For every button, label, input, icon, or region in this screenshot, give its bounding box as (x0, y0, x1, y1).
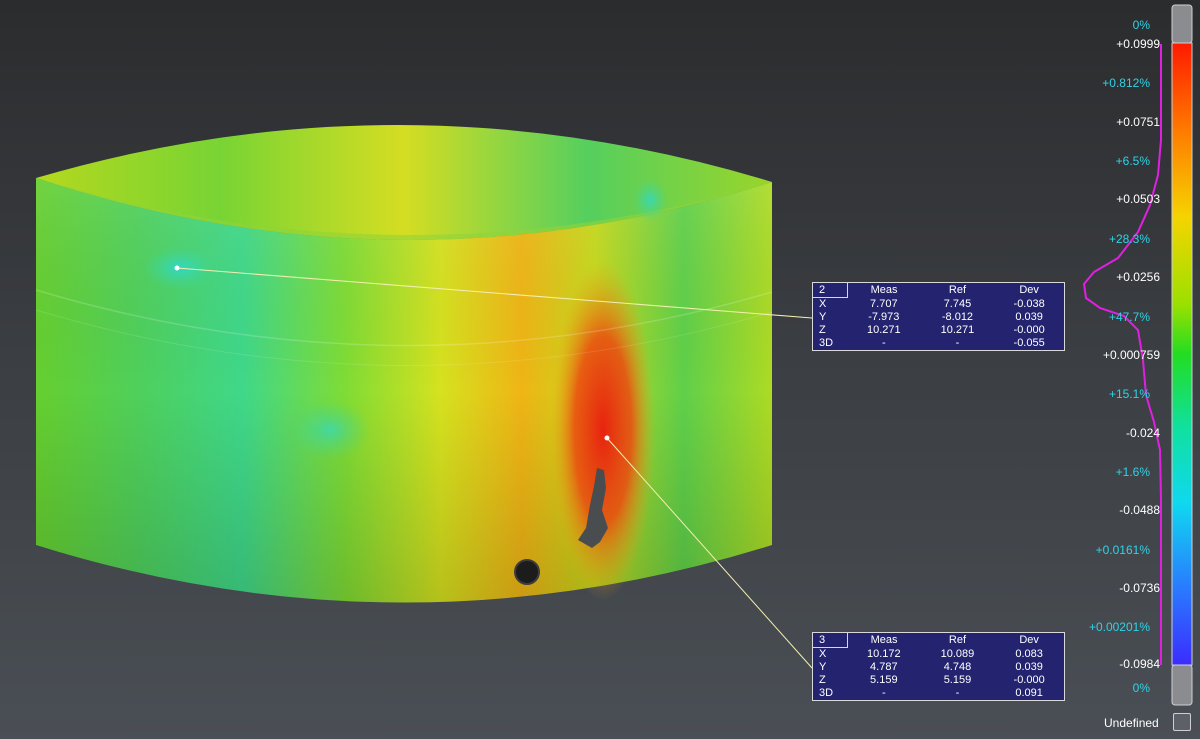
legend-percent: +0.812% (1102, 76, 1150, 90)
legend-percent: +15.1% (1108, 387, 1150, 401)
cylinder-part[interactable] (35, 124, 773, 603)
dev-value: -0.000 (1013, 674, 1045, 686)
undefined-color-swatch[interactable] (1173, 713, 1191, 731)
undefined-label: Undefined (1104, 716, 1159, 730)
scale-cap-top[interactable] (1171, 4, 1193, 44)
row-axis: Z (819, 674, 826, 686)
label-row-x: X 10.172 10.089 0.083 (813, 648, 1064, 662)
dev-value: 0.039 (1015, 661, 1043, 673)
legend-percent: +0.00201% (1088, 620, 1150, 634)
cool-spot-center (290, 400, 370, 460)
meas-value: - (881, 337, 886, 349)
ref-value: - (955, 337, 960, 349)
hot-spot-column (551, 260, 655, 600)
measure-point-3[interactable] (604, 435, 610, 441)
legend-percent: +47.7% (1108, 310, 1150, 324)
ref-value: 4.748 (943, 661, 972, 673)
col-meas-header: Meas (870, 284, 898, 297)
meas-value: - (881, 687, 886, 699)
dev-value: 0.091 (1015, 687, 1043, 699)
row-axis: Z (819, 324, 826, 336)
label-row-y: Y 4.787 4.748 0.039 (813, 661, 1064, 674)
cool-spot-rim (632, 178, 668, 222)
ref-value: 10.271 (940, 324, 975, 336)
meas-value: 4.787 (870, 661, 898, 673)
legend-percent: +0.0161% (1095, 543, 1150, 557)
legend-percent: 0% (1132, 18, 1150, 32)
measurement-label-3[interactable]: 3 Meas Ref Dev X 10.172 10.089 0.083 Y 4… (812, 632, 1065, 701)
measure-point-2[interactable] (174, 265, 180, 271)
legend-value: -0.0736 (1119, 581, 1160, 595)
cylinder-shading (36, 178, 772, 603)
row-axis: X (819, 648, 827, 660)
legend-value: +0.0256 (1116, 270, 1160, 284)
label-id: 3 (813, 633, 848, 648)
scale-gradient (1171, 42, 1193, 666)
legend-percent: +6.5% (1115, 154, 1150, 168)
row-axis: 3D (819, 337, 834, 349)
dev-value: -0.055 (1013, 337, 1045, 349)
meas-value: 10.172 (866, 647, 901, 660)
row-axis: 3D (819, 687, 834, 699)
col-ref-header: Ref (948, 284, 967, 297)
label-row-x: X 7.707 7.745 -0.038 (813, 298, 1064, 312)
dev-value: -0.038 (1013, 297, 1045, 310)
label-row-y: Y -7.973 -8.012 0.039 (813, 311, 1064, 324)
legend-value: +0.0751 (1116, 115, 1160, 129)
ref-value: 7.745 (943, 297, 972, 310)
label-row-z: Z 5.159 5.159 -0.000 (813, 674, 1064, 687)
label-id: 2 (813, 283, 848, 298)
legend-value: -0.024 (1125, 426, 1160, 440)
legend-value: -0.0488 (1119, 503, 1160, 517)
cylinder-hole (514, 559, 540, 585)
row-axis: Y (819, 661, 827, 673)
legend-value: -0.0984 (1119, 657, 1160, 671)
meas-value: -7.973 (868, 311, 900, 323)
legend-value: +0.0503 (1116, 192, 1160, 206)
ref-value: - (955, 687, 960, 699)
col-meas-header: Meas (870, 634, 898, 647)
meas-value: 5.159 (870, 674, 898, 686)
dev-value: -0.000 (1013, 324, 1045, 336)
meas-value: 10.271 (866, 324, 901, 336)
legend-value: +0.0999 (1116, 37, 1160, 51)
legend-percent: +28.3% (1108, 232, 1150, 246)
dev-value: 0.083 (1015, 647, 1043, 660)
label-row-3d: 3D - - -0.055 (813, 337, 1064, 350)
ref-value: -8.012 (941, 311, 974, 323)
measurement-label-2[interactable]: 2 Meas Ref Dev X 7.707 7.745 -0.038 Y -7… (812, 282, 1065, 351)
label-row-z: Z 10.271 10.271 -0.000 (813, 324, 1064, 337)
dev-value: 0.039 (1015, 311, 1043, 323)
row-axis: X (819, 298, 827, 310)
scale-cap-bottom[interactable] (1171, 664, 1193, 706)
ref-value: 10.089 (940, 647, 975, 660)
label-row-3d: 3D - - 0.091 (813, 687, 1064, 700)
meas-value: 7.707 (870, 297, 898, 310)
row-axis: Y (819, 311, 827, 323)
ref-value: 5.159 (943, 674, 972, 686)
legend-percent: +1.6% (1115, 465, 1150, 479)
3d-viewport[interactable] (0, 0, 1200, 739)
col-dev-header: Dev (1019, 634, 1039, 647)
col-dev-header: Dev (1019, 284, 1039, 297)
legend-value: +0.000759 (1102, 348, 1160, 362)
col-ref-header: Ref (948, 634, 967, 647)
legend-percent: 0% (1132, 681, 1150, 695)
